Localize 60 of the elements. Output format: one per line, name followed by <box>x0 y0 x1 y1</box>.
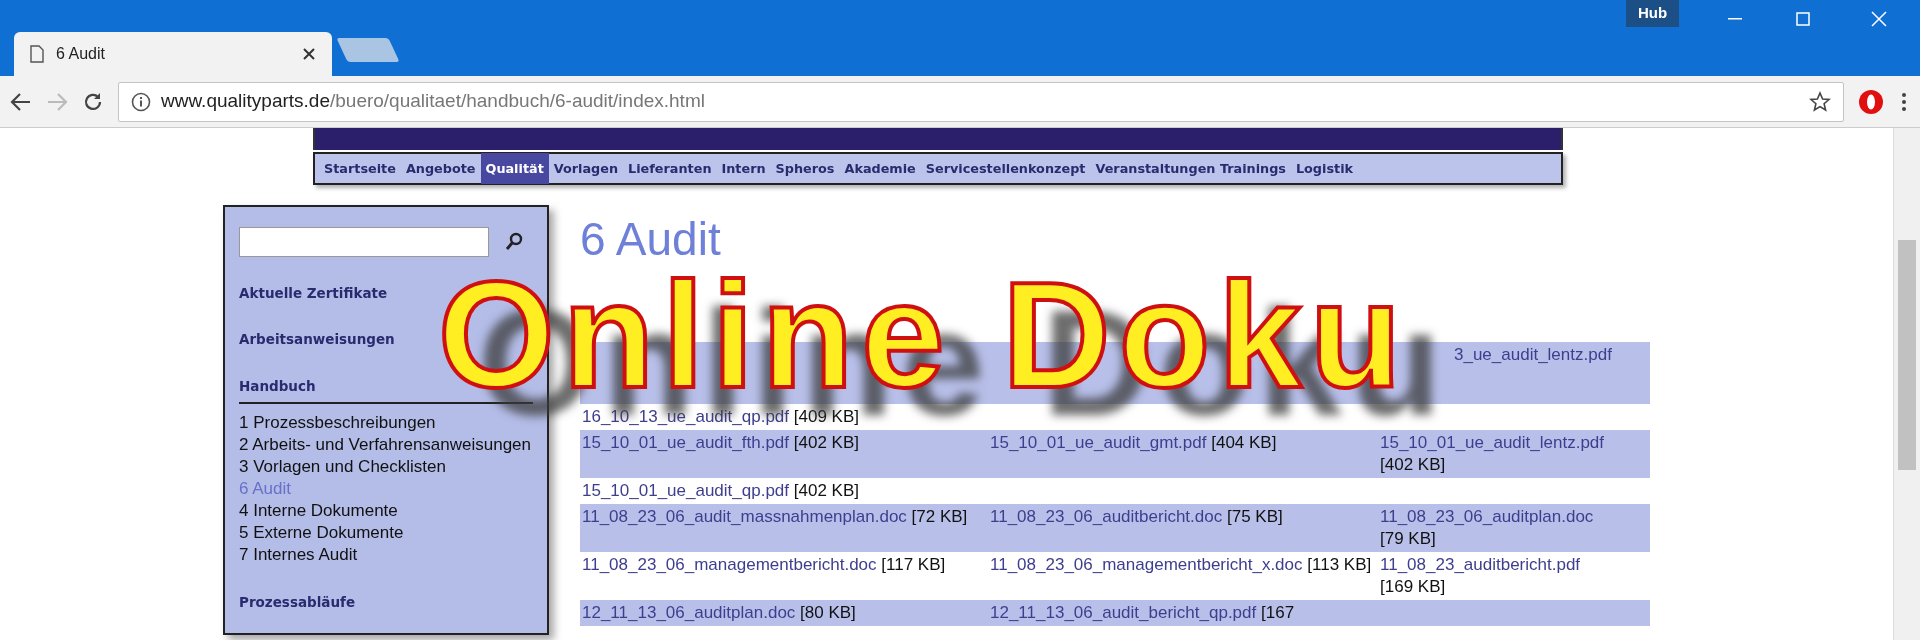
search-icon[interactable] <box>505 232 523 252</box>
page-icon <box>30 45 44 63</box>
address-bar[interactable]: www.qualityparts.de/buero/qualitaet/handbuch/6-audit/index.html <box>118 81 1844 122</box>
minimize-icon <box>1728 18 1742 20</box>
page-heading: 6 Audit <box>580 216 721 262</box>
tab-title: 6 Audit <box>56 44 106 64</box>
file-link[interactable]: 11_08_23_06_auditplan.doc <box>1380 507 1594 526</box>
file-link[interactable]: 11_08_23_06_auditbericht.doc <box>990 507 1223 526</box>
sidebar-item[interactable]: 1 Prozessbeschreibungen <box>239 411 533 434</box>
nav-link[interactable]: Vorlagen <box>548 152 624 185</box>
file-size: [402 KB] <box>1380 455 1446 474</box>
file-link[interactable]: 15_10_01_ue_audit_gmt.pdf <box>990 433 1207 452</box>
nav-link[interactable]: Angebote <box>400 152 481 185</box>
profile-label[interactable]: Hub <box>1626 0 1680 27</box>
nav-link[interactable]: Veranstaltungen Trainings <box>1090 152 1291 185</box>
file-link[interactable]: 3_ue_audit_lentz.pdf <box>1454 345 1612 364</box>
scrollbar[interactable] <box>1893 128 1920 640</box>
maximize-icon <box>1796 12 1810 26</box>
file-size: [117 KB] <box>881 555 946 574</box>
file-size: [167 <box>1261 603 1295 622</box>
close-icon[interactable] <box>302 47 316 61</box>
sidebar-item[interactable]: 5 Externe Dokumente <box>239 521 533 544</box>
file-size: [113 KB] <box>1307 555 1372 574</box>
extension-icon[interactable] <box>1858 88 1884 115</box>
file-link[interactable]: 15_10_01_ue_audit_lentz.pdf <box>1380 433 1605 452</box>
file-size: [75 KB] <box>1226 507 1283 526</box>
file-link[interactable]: 12_11_13_06_auditplan.doc <box>582 603 796 622</box>
file-link[interactable]: 15_10_01_ue_audit_fth.pdf <box>582 433 790 452</box>
star-icon[interactable] <box>1809 90 1831 113</box>
file-size: [72 KB] <box>911 507 968 526</box>
sidebar-item[interactable]: 2 Arbeits- und Verfahrensanweisungen <box>239 433 533 456</box>
nav-link[interactable]: Logistik <box>1290 152 1359 185</box>
file-link[interactable]: 11_08_23_06_audit_massnahmenplan.doc <box>582 507 907 526</box>
back-icon[interactable] <box>10 91 32 112</box>
sidebar-item[interactable]: 4 Interne Dokumente <box>239 499 533 522</box>
file-size: [169 KB] <box>1380 577 1446 596</box>
sidebar-item[interactable]: 3 Vorlagen und Checklisten <box>239 455 533 478</box>
close-icon <box>1871 11 1887 27</box>
file-size: [402 KB] <box>793 433 859 452</box>
search-field[interactable] <box>239 227 489 257</box>
file-link[interactable]: 12_11_13_06_audit_bericht_qp.pdf <box>990 603 1257 622</box>
nav-link[interactable]: Akademie <box>839 152 921 185</box>
file-link[interactable]: 11_08_23_06_managementbericht_x.doc <box>990 555 1303 574</box>
nav-link[interactable]: Lieferanten <box>623 152 717 185</box>
nav-link[interactable]: Intern <box>716 152 771 185</box>
sidebar-item[interactable]: 7 Internes Audit <box>239 543 533 566</box>
file-size: [404 KB] <box>1211 433 1277 452</box>
nav-link[interactable]: Spheros <box>770 152 840 185</box>
file-size: [402 KB] <box>793 481 859 500</box>
nav-link[interactable]: Servicestellenkonzept <box>920 152 1091 185</box>
info-icon <box>131 91 151 112</box>
file-link[interactable]: 11_08_23_auditbericht.pdf <box>1380 555 1581 574</box>
nav-link[interactable]: Qualität <box>480 152 549 185</box>
file-size: [80 KB] <box>800 603 856 622</box>
file-link[interactable]: 15_10_01_ue_audit_qp.pdf <box>582 481 790 500</box>
sidebar-heading[interactable]: Prozessabläufe <box>239 591 533 612</box>
file-size: [79 KB] <box>1380 529 1436 548</box>
browser-tab[interactable]: 6 Audit <box>14 32 332 76</box>
nav-link[interactable]: Startseite <box>319 152 401 185</box>
file-link[interactable]: 11_08_23_06_managementbericht.doc <box>582 555 877 574</box>
